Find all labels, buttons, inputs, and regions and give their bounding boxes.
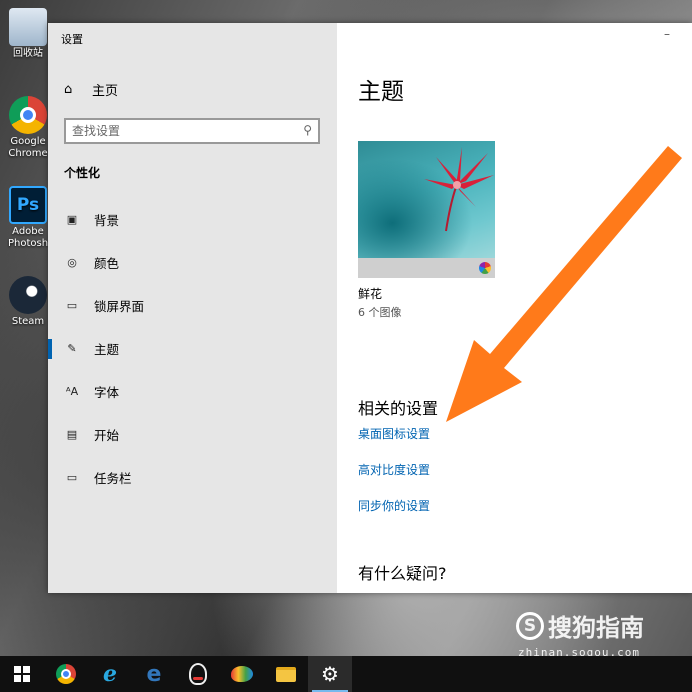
sidebar-item-label: 主题 [94, 342, 120, 357]
questions-heading: 有什么疑问? [358, 564, 447, 583]
taskbar-edge[interactable]: e [132, 656, 176, 692]
taskbar-file-explorer[interactable] [264, 656, 308, 692]
section-title: 个性化 [64, 166, 101, 180]
taskbar-icon: ▭ [66, 470, 78, 484]
taskbar-settings[interactable]: ⚙ [308, 656, 352, 692]
recycle-bin-icon [9, 8, 47, 46]
settings-content: – 主题 鲜花 6 个图像 相关的设置 桌面图标设置 高对比度设置 同步你的设置… [337, 23, 692, 593]
sidebar-item-taskbar[interactable]: ▭ 任务栏 [48, 456, 337, 499]
search-input[interactable] [66, 120, 298, 142]
sidebar-item-lock-screen[interactable]: ▭ 锁屏界面 [48, 284, 337, 327]
sidebar-nav: ▣ 背景 ◎ 颜色 ▭ 锁屏界面 ✎ 主题 ᴬA 字体 ▤ 开始 ▭ 任务栏 [48, 198, 337, 499]
watermark-brand: 搜狗指南 [548, 614, 644, 642]
high-contrast-settings-link[interactable]: 高对比度设置 [358, 461, 430, 478]
home-label: 主页 [92, 83, 119, 99]
sidebar-item-home[interactable]: ⌂ 主页 [64, 79, 118, 99]
sidebar-item-label: 锁屏界面 [94, 299, 145, 314]
desktop-icon-label: Steam [11, 316, 45, 327]
sidebar-item-label: 字体 [94, 385, 120, 400]
settings-gear-icon: ⚙ [321, 662, 339, 686]
desktop-icon-label: 回收站 [13, 48, 43, 59]
theme-thumbnail[interactable] [358, 141, 495, 278]
desktop-icon-recycle-bin[interactable]: 回收站 [6, 8, 50, 60]
page-title: 主题 [358, 79, 404, 105]
photoshop-glyph: Ps [16, 195, 40, 215]
settings-sidebar: 设置 ⌂ 主页 ⚲ 个性化 ▣ 背景 ◎ 颜色 ▭ 锁屏界面 ✎ [48, 23, 337, 593]
file-explorer-icon [276, 666, 296, 682]
qq-icon [189, 663, 207, 685]
window-title: 设置 [61, 33, 83, 46]
taskbar-chrome[interactable] [44, 656, 88, 692]
theme-image-count: 6 个图像 [358, 306, 402, 319]
chrome-icon [56, 664, 76, 684]
sidebar-item-themes[interactable]: ✎ 主题 [48, 327, 337, 370]
related-settings-heading: 相关的设置 [358, 399, 439, 418]
sidebar-item-label: 任务栏 [94, 471, 132, 486]
sidebar-item-label: 背景 [94, 213, 120, 228]
taskbar-qq[interactable] [176, 656, 220, 692]
sync-settings-link[interactable]: 同步你的设置 [358, 497, 430, 514]
sogou-watermark: S 搜狗指南 zhinan.sogou.com [516, 608, 644, 659]
desktop-icon-chrome[interactable]: Google Chrome [6, 96, 50, 160]
taskbar-internet-explorer[interactable]: e [88, 656, 132, 692]
home-icon: ⌂ [64, 81, 73, 97]
color-wheel-icon [479, 262, 491, 274]
background-image-icon: ▣ [66, 212, 78, 226]
start-icon [14, 666, 30, 682]
flower-image [424, 147, 494, 232]
edge-icon: e [146, 661, 162, 687]
theme-name: 鲜花 [358, 287, 383, 301]
desktop-icon-label: Adobe Photosh [7, 226, 49, 249]
font-icon: ᴬA [65, 384, 79, 398]
paint-icon [231, 666, 253, 682]
theme-thumbnail-bar [358, 258, 495, 278]
search-box: ⚲ [64, 118, 320, 144]
desktop-icon-label: Google Chrome [8, 136, 48, 159]
sogou-logo-icon: S [516, 611, 544, 640]
start-icon: ▤ [66, 427, 78, 441]
search-icon[interactable]: ⚲ [303, 123, 312, 137]
sidebar-item-label: 开始 [94, 428, 120, 443]
desktop-icon-photoshop[interactable]: Ps Adobe Photosh [6, 186, 50, 250]
steam-icon [9, 276, 47, 314]
sidebar-item-background[interactable]: ▣ 背景 [48, 198, 337, 241]
taskbar: e e ⚙ [0, 656, 692, 692]
sidebar-item-label: 颜色 [94, 256, 120, 271]
photoshop-icon: Ps [9, 186, 47, 224]
internet-explorer-icon: e [103, 661, 117, 687]
palette-icon: ◎ [67, 255, 77, 269]
taskbar-paint[interactable] [220, 656, 264, 692]
settings-window: 设置 ⌂ 主页 ⚲ 个性化 ▣ 背景 ◎ 颜色 ▭ 锁屏界面 ✎ [48, 23, 692, 593]
theme-preview-image [358, 141, 495, 258]
desktop-icon-steam[interactable]: Steam [6, 276, 50, 328]
lock-screen-icon: ▭ [66, 298, 78, 312]
start-button[interactable] [0, 656, 44, 692]
desktop-icon-settings-link[interactable]: 桌面图标设置 [358, 425, 430, 442]
sidebar-item-start[interactable]: ▤ 开始 [48, 413, 337, 456]
sidebar-item-colors[interactable]: ◎ 颜色 [48, 241, 337, 284]
sidebar-item-fonts[interactable]: ᴬA 字体 [48, 370, 337, 413]
minimize-button[interactable]: – [664, 27, 670, 41]
theme-brush-icon: ✎ [67, 341, 77, 355]
chrome-icon [9, 96, 47, 134]
